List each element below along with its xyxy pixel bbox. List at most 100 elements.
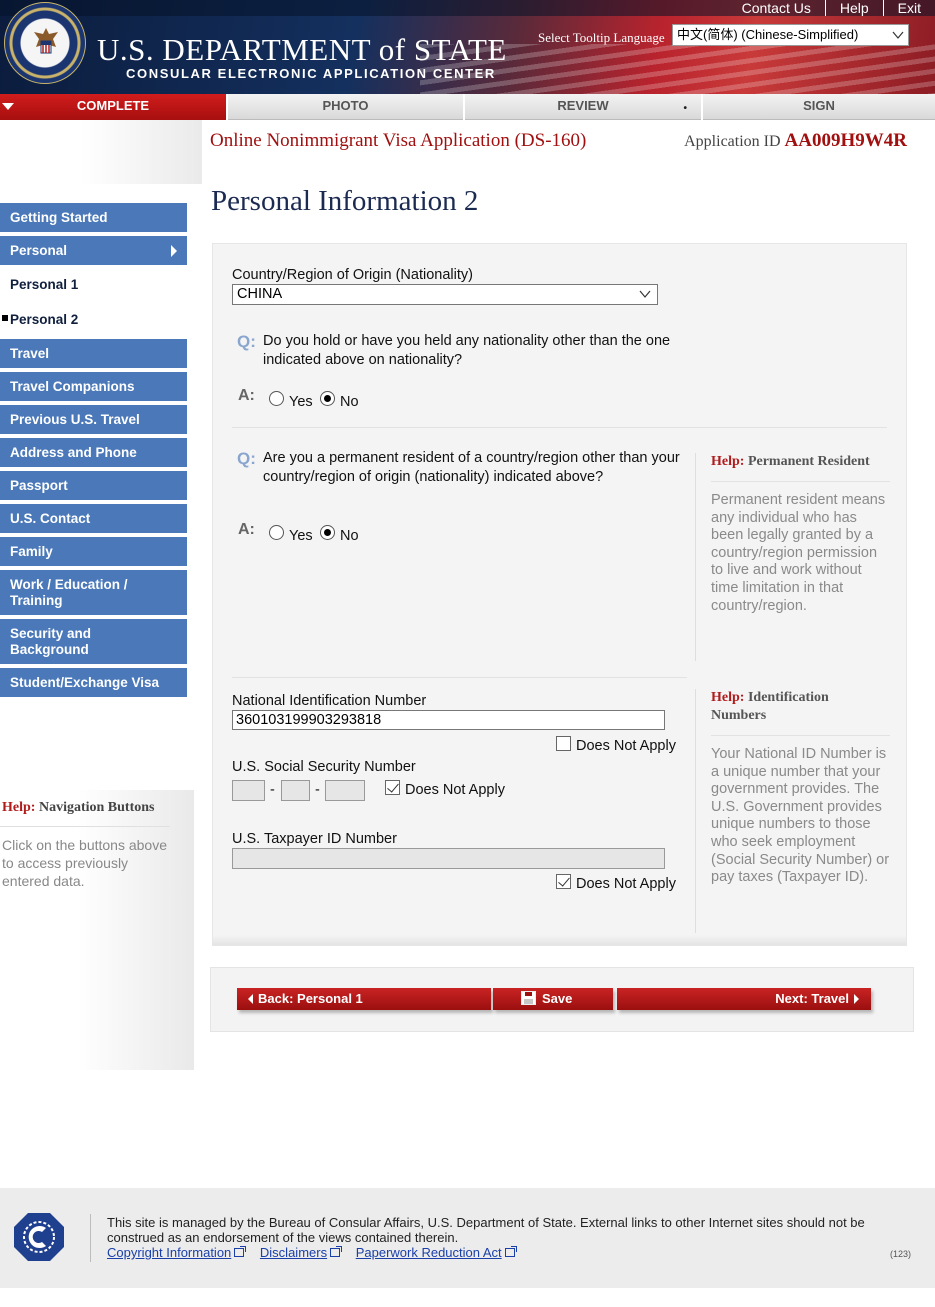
sidebar-item-label: Personal 2 (10, 312, 79, 327)
divider (711, 481, 890, 482)
other-nationality-no-radio[interactable] (320, 391, 335, 406)
disclaimers-link[interactable]: Disclaimers (259, 1245, 343, 1260)
permanent-resident-no-radio[interactable] (320, 525, 335, 540)
footer-disclaimer: This site is managed by the Bureau of Co… (107, 1215, 865, 1245)
divider (232, 677, 687, 678)
ssn-part1-input[interactable] (232, 780, 265, 801)
sidebar-item-getting-started[interactable]: Getting Started (0, 203, 187, 233)
help-identification-numbers: Help: Identification Numbers Your Nation… (695, 689, 890, 933)
tooltip-language-label: Select Tooltip Language (538, 30, 665, 45)
national-id-input[interactable]: 360103199903293818 (232, 710, 665, 730)
help-prefix: Help: (711, 690, 745, 705)
sidebar-item-travel-companions[interactable]: Travel Companions (0, 372, 187, 402)
save-button-label: Save (542, 991, 573, 1006)
department-subtitle: CONSULAR ELECTRONIC APPLICATION CENTER (126, 66, 496, 81)
step-complete: COMPLETE (0, 94, 228, 120)
save-icon (521, 991, 536, 1005)
ssn-label: U.S. Social Security Number (232, 759, 416, 775)
question-marker: Q: (237, 332, 256, 351)
help-permanent-title: Permanent Resident (747, 454, 870, 469)
link-label: Copyright Information (107, 1245, 232, 1260)
save-button[interactable]: Save (493, 988, 613, 1010)
ssn-dash: - (315, 782, 320, 798)
sidebar-item-address-and-phone[interactable]: Address and Phone (0, 438, 187, 468)
answer-marker: A: (238, 387, 255, 404)
yes-label: Yes (289, 528, 313, 544)
help-nav-text: Click on the buttons above to access pre… (2, 837, 167, 889)
back-button-label: Back: Personal 1 (258, 991, 363, 1006)
sidebar-item-label: U.S. Contact (10, 511, 91, 526)
site-header: U.S. DEPARTMENT of STATE CONSULAR ELECTR… (0, 0, 935, 94)
national-id-does-not-apply-checkbox[interactable] (556, 736, 571, 751)
sidebar-item-personal-2[interactable]: Personal 2 (0, 304, 187, 336)
exit-link[interactable]: Exit (882, 0, 935, 16)
nationality-select[interactable]: CHINA (232, 284, 658, 305)
copyright-information-link[interactable]: Copyright Information (107, 1245, 247, 1260)
sidebar-item-personal-1[interactable]: Personal 1 (0, 269, 187, 301)
divider (90, 1214, 91, 1262)
next-button[interactable]: Next: Travel (617, 988, 871, 1010)
external-link-icon (330, 1246, 343, 1257)
step-sign-label: SIGN (803, 98, 835, 113)
question-other-nationality: Do you hold or have you held any nationa… (263, 333, 671, 368)
help-permanent-text: Permanent resident means any individual … (711, 492, 886, 614)
department-title: U.S. DEPARTMENT of STATE (97, 32, 507, 67)
no-label: No (340, 394, 359, 410)
taxpayer-does-not-apply-checkbox[interactable] (556, 874, 571, 889)
taxpayer-id-input[interactable] (232, 848, 665, 869)
help-prefix: Help: (711, 454, 745, 469)
expand-arrow-icon (171, 245, 177, 257)
sidebar-item-passport[interactable]: Passport (0, 471, 187, 501)
step-photo-label: PHOTO (322, 98, 369, 113)
consular-affairs-logo-icon (14, 1213, 64, 1261)
divider (0, 826, 170, 827)
sidebar-item-previous-us-travel[interactable]: Previous U.S. Travel (0, 405, 187, 435)
page-title: Personal Information 2 (211, 185, 479, 217)
sidebar-item-work-education[interactable]: Work / Education / Training (0, 570, 187, 616)
help-id-text: Your National ID Number is a unique numb… (711, 746, 890, 886)
application-id-label: Application ID (684, 133, 781, 150)
help-nav-heading: Help: Navigation Buttons (2, 800, 154, 816)
current-page-bullet-icon (2, 315, 8, 321)
link-label: Disclaimers (259, 1245, 328, 1260)
page-code: (123) (889, 1249, 911, 1259)
sidebar-item-us-contact[interactable]: U.S. Contact (0, 504, 187, 534)
permanent-resident-yes-radio[interactable] (269, 525, 284, 540)
ssn-part2-input[interactable] (281, 780, 310, 801)
sidebar-item-security[interactable]: Security and Background (0, 619, 187, 665)
sidebar-item-personal[interactable]: Personal (0, 236, 187, 266)
nationality-value: CHINA (237, 286, 283, 302)
paperwork-reduction-act-link[interactable]: Paperwork Reduction Act (356, 1245, 517, 1260)
help-id-heading: Help: Identification Numbers (696, 689, 856, 725)
sidebar-item-family[interactable]: Family (0, 537, 187, 567)
tooltip-language-select[interactable]: 中文(简体) (Chinese-Simplified) (672, 24, 909, 46)
sidebar-item-label: Family (10, 544, 53, 559)
help-permanent-resident: Help: Permanent Resident Permanent resid… (695, 453, 890, 661)
ssn-part3-input[interactable] (325, 780, 365, 801)
form-panel: Country/Region of Origin (Nationality) C… (212, 243, 907, 946)
footer-links: Copyright Information Disclaimers Paperw… (107, 1245, 527, 1260)
contact-us-link[interactable]: Contact Us (728, 0, 825, 16)
help-permanent-heading: Help: Permanent Resident (696, 453, 890, 471)
does-not-apply-label: Does Not Apply (405, 782, 505, 798)
site-footer: This site is managed by the Bureau of Co… (0, 1188, 935, 1288)
external-link-icon (234, 1246, 247, 1257)
sidebar-item-label: Getting Started (10, 210, 108, 225)
answer-marker: A: (238, 521, 255, 538)
external-link-icon (504, 1246, 517, 1257)
ssn-dash: - (270, 782, 275, 798)
progress-steps: COMPLETE PHOTO REVIEW • SIGN (0, 94, 935, 120)
does-not-apply-label: Does Not Apply (576, 876, 676, 892)
back-button[interactable]: Back: Personal 1 (237, 988, 491, 1010)
sidebar-item-label: Travel (10, 346, 50, 361)
nav-header-shade (0, 120, 202, 184)
back-arrow-icon (248, 994, 253, 1004)
other-nationality-yes-radio[interactable] (269, 391, 284, 406)
sidebar-item-student-exchange[interactable]: Student/Exchange Visa (0, 668, 187, 698)
question-marker: Q: (237, 449, 256, 468)
help-link[interactable]: Help (824, 0, 883, 16)
sidebar-item-travel[interactable]: Travel (0, 339, 187, 369)
ssn-does-not-apply-checkbox[interactable] (385, 780, 400, 795)
divider (711, 735, 890, 736)
sidebar-item-label: Previous U.S. Travel (10, 412, 140, 427)
